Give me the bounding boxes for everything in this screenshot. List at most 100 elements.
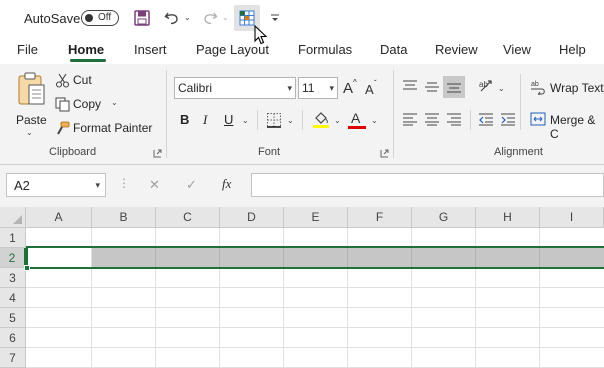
- active-cell-a2[interactable]: [28, 248, 91, 267]
- clipboard-dialog-launcher-icon[interactable]: [153, 149, 162, 158]
- copy-label: Copy: [73, 97, 102, 111]
- alignment-group-label: Alignment: [494, 146, 543, 158]
- insert-function-button[interactable]: fx: [222, 176, 231, 192]
- font-name-combo[interactable]: Calibri ▾: [174, 77, 296, 99]
- row-header-2[interactable]: 2: [0, 248, 26, 268]
- column-header-h[interactable]: H: [476, 207, 540, 228]
- increase-indent-icon[interactable]: [500, 112, 516, 126]
- font-color-swatch: [348, 126, 366, 129]
- save-button[interactable]: [132, 8, 152, 28]
- row-header-6[interactable]: 6: [0, 328, 26, 348]
- formula-input[interactable]: [251, 173, 604, 197]
- font-size-combo[interactable]: 11 ▾: [298, 77, 338, 99]
- italic-button[interactable]: I: [203, 112, 207, 128]
- paste-button[interactable]: Paste ⌄: [12, 70, 50, 140]
- align-center-icon[interactable]: [424, 112, 440, 126]
- shrink-font-glyph: A: [365, 82, 374, 97]
- font-color-dropdown-icon[interactable]: ⌄: [371, 116, 378, 125]
- row-header-5[interactable]: 5: [0, 308, 26, 328]
- autosave-toggle[interactable]: Off: [81, 10, 119, 26]
- decrease-font-size-button[interactable]: A ˇ: [364, 78, 382, 98]
- column-header-c[interactable]: C: [156, 207, 220, 228]
- grow-arrow-icon: ^: [353, 78, 357, 87]
- toggle-state: Off: [98, 12, 112, 23]
- bold-button[interactable]: B: [180, 112, 189, 127]
- borders-icon[interactable]: [266, 112, 282, 128]
- column-header-d[interactable]: D: [220, 207, 284, 228]
- merge-center-button[interactable]: Merge & C: [530, 111, 604, 141]
- gridline: [26, 327, 604, 328]
- row-header-4[interactable]: 4: [0, 288, 26, 308]
- bottom-align-icon: [447, 83, 461, 93]
- worksheet-grid[interactable]: A B C D E F G H I 1 2 3 4 5 6 7: [0, 207, 604, 368]
- decrease-indent-icon[interactable]: [478, 112, 494, 126]
- svg-text:ab: ab: [531, 81, 539, 88]
- tab-view[interactable]: View: [503, 42, 531, 57]
- font-color-button[interactable]: A: [348, 110, 366, 130]
- tab-review[interactable]: Review: [435, 42, 478, 57]
- alignment-separator: [470, 110, 471, 130]
- orientation-dropdown-icon[interactable]: ⌄: [498, 84, 505, 93]
- middle-align-icon[interactable]: [424, 79, 440, 93]
- row-header-7[interactable]: 7: [0, 348, 26, 368]
- row-header-3[interactable]: 3: [0, 268, 26, 288]
- underline-button[interactable]: U: [224, 112, 233, 127]
- undo-button[interactable]: [162, 8, 182, 28]
- orientation-icon[interactable]: ab: [478, 78, 496, 94]
- redo-dropdown-icon[interactable]: ⌄: [222, 13, 229, 22]
- cut-label: Cut: [73, 73, 92, 87]
- tab-page-layout[interactable]: Page Layout: [196, 42, 269, 57]
- redo-button[interactable]: [200, 8, 220, 28]
- font-color-glyph: A: [351, 110, 361, 126]
- ribbon-home: Paste ⌄ Cut Copy ⌄ Format Painter Clipbo…: [0, 64, 604, 164]
- customize-qat-button[interactable]: [268, 9, 282, 27]
- fill-color-dropdown-icon[interactable]: ⌄: [334, 116, 341, 125]
- title-bar: AutoSave Off ⌄ ⌄: [0, 0, 604, 45]
- tab-home[interactable]: Home: [68, 42, 104, 57]
- top-align-icon[interactable]: [402, 79, 418, 93]
- wrap-text-label: Wrap Text: [550, 81, 604, 95]
- tab-data[interactable]: Data: [380, 42, 407, 57]
- underline-dropdown-icon[interactable]: ⌄: [242, 116, 249, 125]
- column-header-a[interactable]: A: [26, 207, 92, 228]
- tab-formulas[interactable]: Formulas: [298, 42, 352, 57]
- column-header-e[interactable]: E: [284, 207, 348, 228]
- paintbrush-icon: [57, 121, 70, 135]
- column-header-b[interactable]: B: [92, 207, 156, 228]
- bottom-align-button[interactable]: [443, 76, 465, 98]
- group-separator: [393, 70, 394, 158]
- align-right-icon[interactable]: [446, 112, 462, 126]
- align-left-icon[interactable]: [402, 112, 418, 126]
- gridline: [26, 347, 604, 348]
- undo-icon: [164, 12, 178, 25]
- column-header-g[interactable]: G: [412, 207, 476, 228]
- copy-button[interactable]: Copy ⌄: [55, 96, 125, 114]
- confirm-entry-button[interactable]: ✓: [186, 177, 197, 193]
- wrap-text-button[interactable]: ab Wrap Text: [530, 79, 604, 97]
- format-painter-button[interactable]: Format Painter: [55, 120, 155, 138]
- select-all-corner[interactable]: [0, 207, 26, 228]
- font-size-value: 11: [302, 81, 315, 95]
- clipboard-icon: [18, 72, 45, 105]
- font-name-dropdown-icon: ▾: [287, 83, 292, 93]
- row-header-1[interactable]: 1: [0, 228, 26, 248]
- tab-file[interactable]: File: [17, 42, 38, 57]
- fill-color-icon[interactable]: [312, 110, 330, 128]
- merge-center-label: Merge & C: [550, 113, 596, 141]
- cancel-entry-button[interactable]: ✕: [149, 177, 160, 193]
- tab-insert[interactable]: Insert: [134, 42, 167, 57]
- copy-dropdown-icon[interactable]: ⌄: [111, 98, 118, 107]
- name-box[interactable]: A2 ▾: [6, 173, 106, 197]
- column-header-i[interactable]: I: [540, 207, 604, 228]
- column-header-f[interactable]: F: [348, 207, 412, 228]
- tab-help[interactable]: Help: [559, 42, 586, 57]
- cut-button[interactable]: Cut: [55, 72, 105, 90]
- undo-dropdown-icon[interactable]: ⌄: [184, 13, 191, 22]
- increase-font-size-button[interactable]: A ^: [342, 78, 360, 98]
- borders-dropdown-icon[interactable]: ⌄: [287, 116, 294, 125]
- scissors-icon: [55, 73, 70, 88]
- customize-dropdown-icon: [271, 14, 279, 21]
- font-dialog-launcher-icon[interactable]: [380, 149, 389, 158]
- fill-handle[interactable]: [24, 265, 30, 271]
- save-icon: [134, 10, 150, 26]
